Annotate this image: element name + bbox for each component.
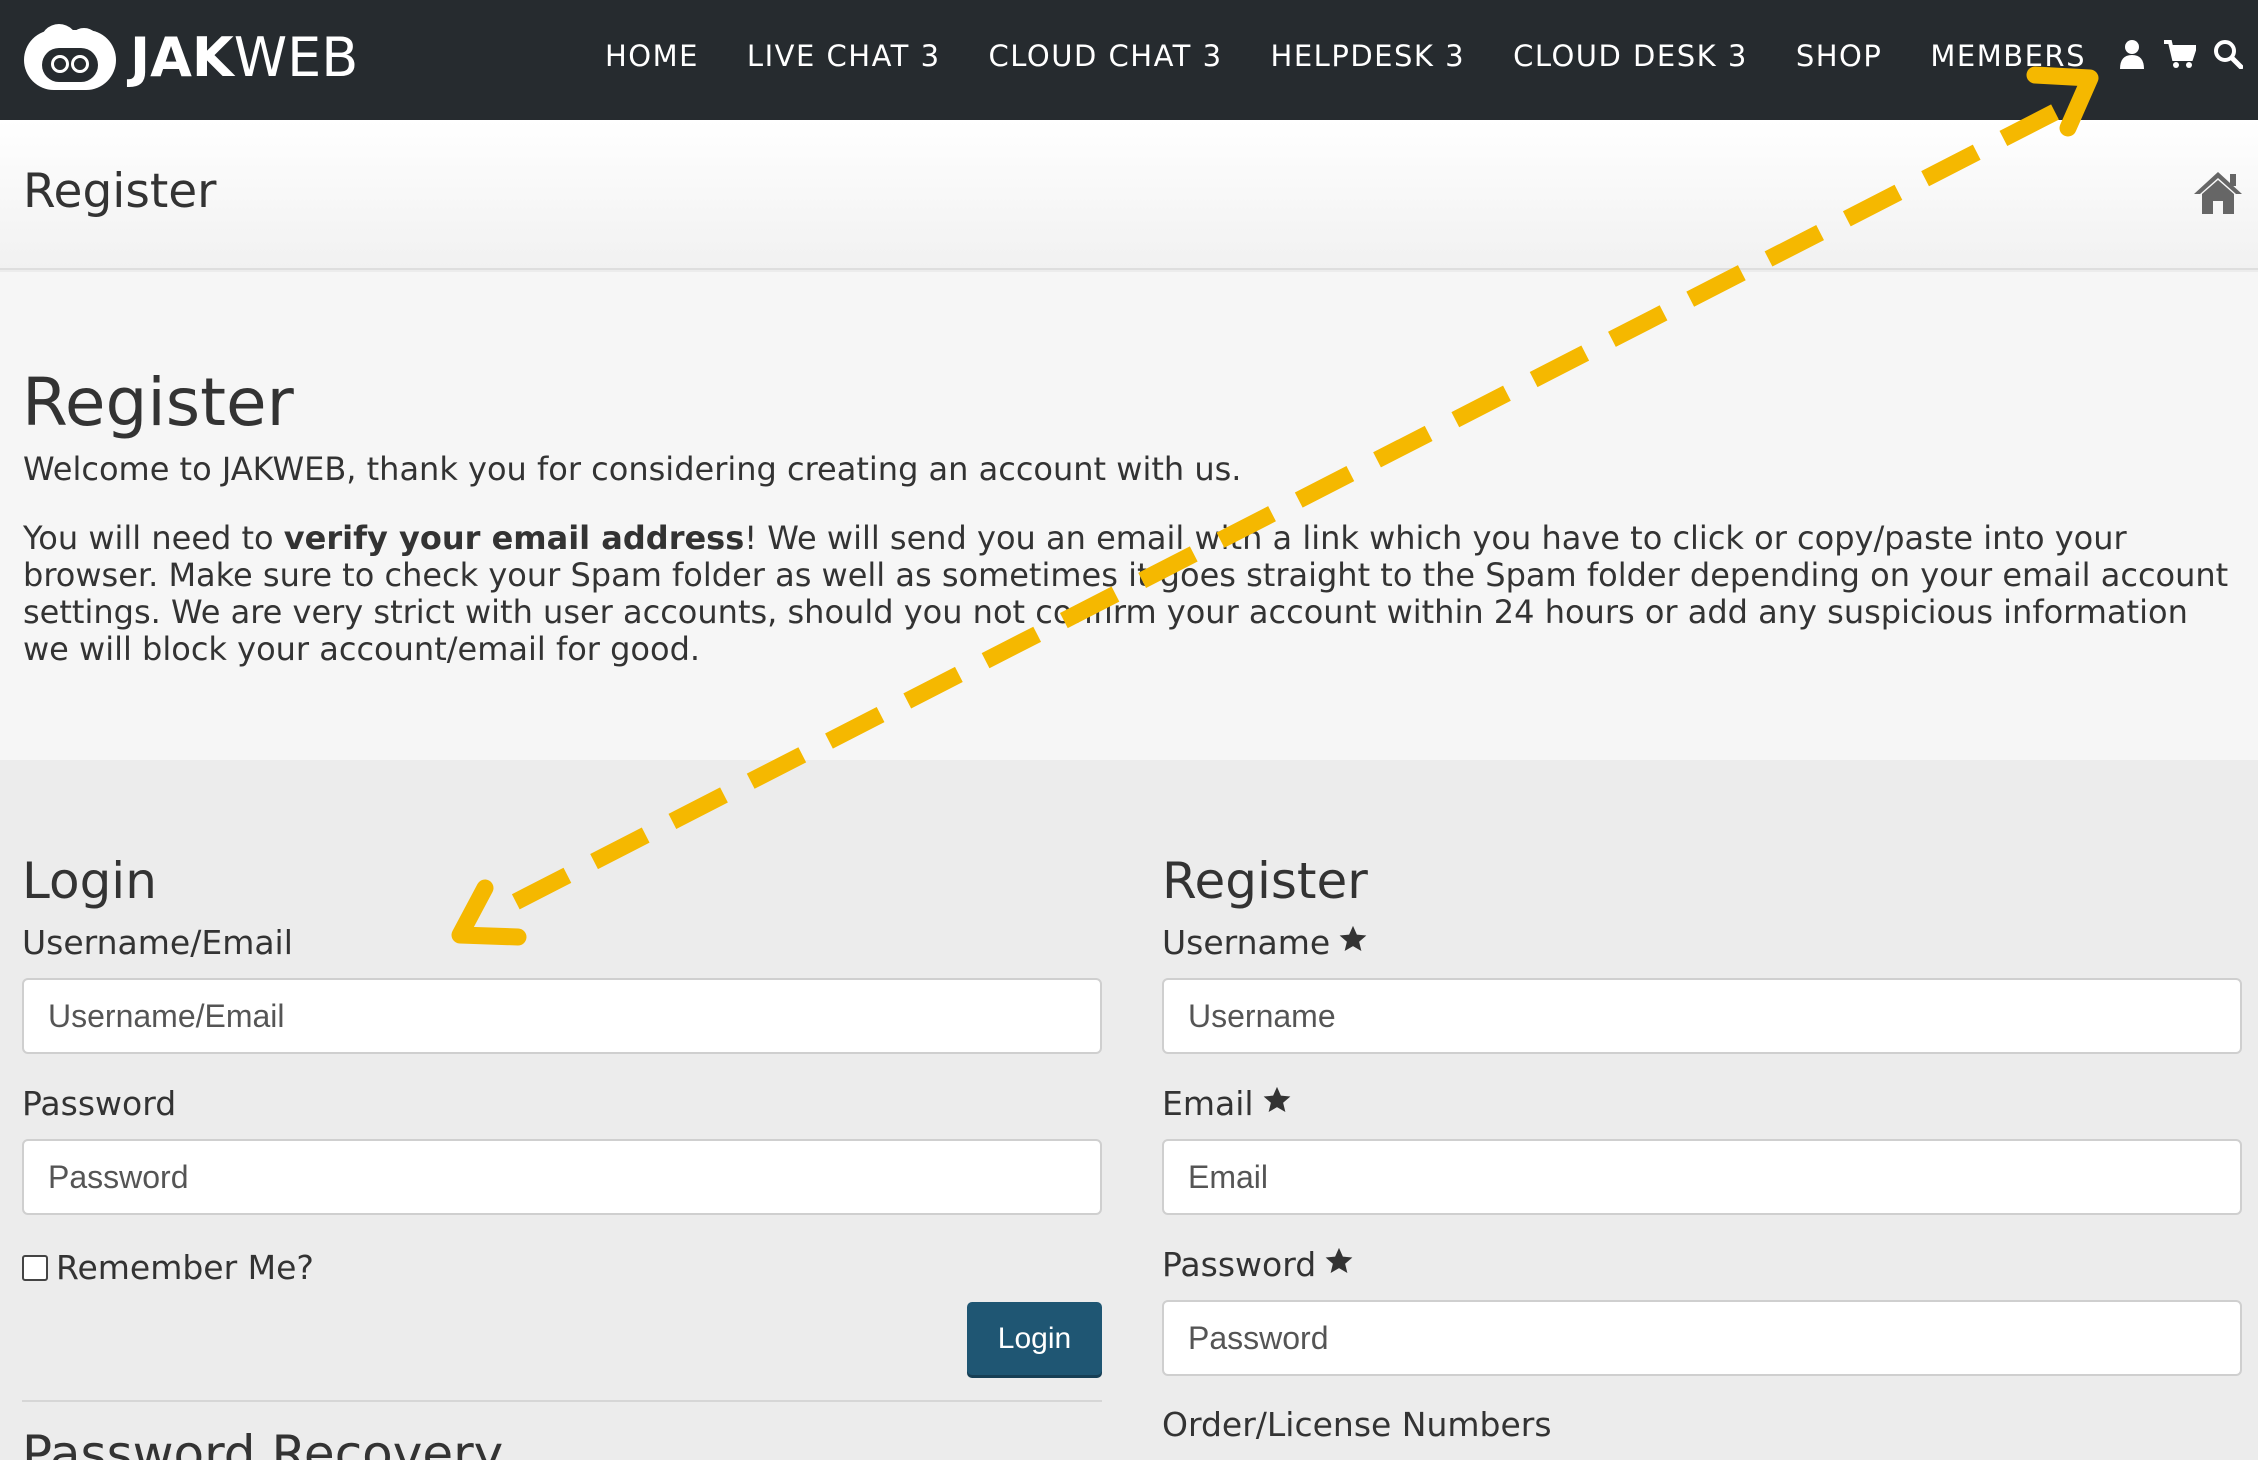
register-username-input[interactable] (1162, 978, 2242, 1054)
order-license-label: Order/License Numbers (1162, 1405, 1552, 1444)
intro-heading: Register (22, 364, 294, 441)
brand-logo[interactable]: JAKWEB (24, 24, 358, 92)
form-divider (22, 1400, 1102, 1402)
nav-members[interactable]: MEMBERS (1930, 32, 2086, 80)
nav-cloud-desk[interactable]: CLOUD DESK 3 (1513, 32, 1748, 80)
verification-notice: You will need to verify your email addre… (23, 519, 2229, 668)
cart-icon[interactable] (2164, 36, 2196, 72)
login-button[interactable]: Login (967, 1302, 1102, 1375)
verify-email-emphasis: verify your email address (283, 519, 745, 557)
nav-shop[interactable]: SHOP (1796, 32, 1883, 80)
register-email-label-row: Email (1162, 1084, 1292, 1123)
nav-icon-group (2116, 36, 2244, 72)
user-icon[interactable] (2116, 36, 2148, 72)
login-username-input[interactable] (22, 978, 1102, 1054)
nav-live-chat[interactable]: LIVE CHAT 3 (747, 32, 941, 80)
nav-home[interactable]: HOME (605, 32, 699, 80)
login-heading: Login (22, 852, 157, 910)
register-password-input[interactable] (1162, 1300, 2242, 1376)
forms-section: Login Username/Email Password Remember M… (0, 760, 2258, 1460)
owl-cloud-logo-icon (24, 24, 116, 92)
home-icon[interactable] (2192, 170, 2244, 218)
welcome-text: Welcome to JAKWEB, thank you for conside… (23, 450, 1242, 488)
login-username-label: Username/Email (22, 923, 293, 962)
remember-me-checkbox[interactable] (22, 1254, 48, 1281)
nav-helpdesk[interactable]: HELPDESK 3 (1271, 32, 1466, 80)
register-username-label-row: Username (1162, 923, 1368, 962)
star-icon (1324, 1245, 1354, 1284)
password-recovery-heading: Password Recovery (22, 1425, 504, 1460)
register-heading: Register (1162, 852, 1368, 910)
page-title: Register (23, 164, 217, 219)
star-icon (1262, 1084, 1292, 1123)
top-navbar: JAKWEB HOME LIVE CHAT 3 CLOUD CHAT 3 HEL… (0, 0, 2258, 120)
brand-name: JAKWEB (130, 26, 359, 89)
register-email-input[interactable] (1162, 1139, 2242, 1215)
search-icon[interactable] (2212, 36, 2244, 72)
remember-me: Remember Me? (22, 1248, 314, 1287)
main-menu: HOME LIVE CHAT 3 CLOUD CHAT 3 HELPDESK 3… (557, 32, 2086, 80)
login-password-input[interactable] (22, 1139, 1102, 1215)
register-username-label: Username (1162, 923, 1331, 962)
register-password-label-row: Password (1162, 1245, 1354, 1284)
register-password-label: Password (1162, 1245, 1317, 1284)
register-email-label: Email (1162, 1084, 1254, 1123)
page-header: Register (0, 120, 2258, 270)
nav-cloud-chat[interactable]: CLOUD CHAT 3 (989, 32, 1223, 80)
remember-me-label: Remember Me? (56, 1248, 314, 1287)
star-icon (1338, 923, 1368, 962)
intro-section: Register Welcome to JAKWEB, thank you fo… (0, 272, 2258, 760)
login-password-label: Password (22, 1084, 177, 1123)
